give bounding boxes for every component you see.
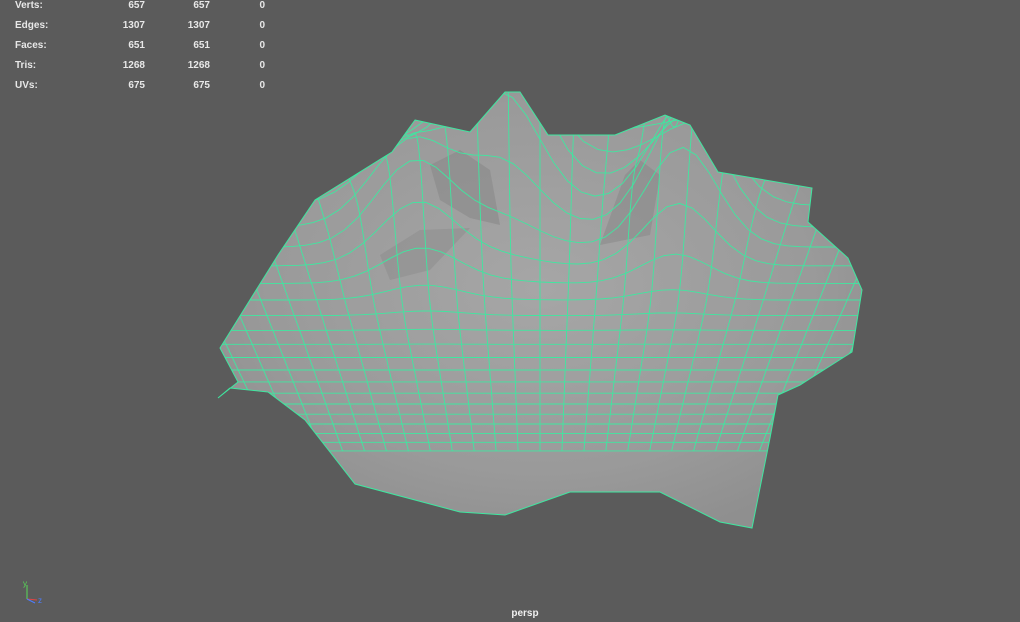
wire-edge xyxy=(780,92,862,452)
wire-edge xyxy=(802,92,862,452)
stat-value: 0 xyxy=(259,60,265,71)
stat-value: 651 xyxy=(128,40,145,51)
stat-row-tris: Tris: 1268 1268 0 xyxy=(15,60,265,80)
stat-row-edges: Edges: 1307 1307 0 xyxy=(15,20,265,40)
axis-gizmo-icon: y z xyxy=(23,579,42,605)
stat-value: 657 xyxy=(193,0,210,11)
axis-y-label: y xyxy=(23,579,27,588)
stat-value: 675 xyxy=(193,80,210,91)
stat-value: 1268 xyxy=(122,60,145,71)
stat-label: Verts: xyxy=(15,0,43,11)
stat-value: 0 xyxy=(259,40,265,51)
stat-value: 1307 xyxy=(122,20,145,31)
stat-value: 657 xyxy=(128,0,145,11)
viewport-panel[interactable]: Verts: 657 657 0 Edges: 1307 1307 0 Face… xyxy=(0,0,1020,622)
stat-value: 0 xyxy=(259,80,265,91)
stat-row-verts: Verts: 657 657 0 xyxy=(15,0,265,20)
stat-value: 1268 xyxy=(187,60,210,71)
stat-value: 675 xyxy=(128,80,145,91)
wire-edge xyxy=(824,92,862,452)
stat-value: 0 xyxy=(259,0,265,11)
camera-name-label: persp xyxy=(511,608,539,619)
stat-label: Edges: xyxy=(15,20,49,31)
stat-row-uvs: UVs: 675 675 0 xyxy=(15,80,265,100)
stat-value: 651 xyxy=(193,40,210,51)
poly-count-hud: Verts: 657 657 0 Edges: 1307 1307 0 Face… xyxy=(15,0,265,100)
stat-value: 1307 xyxy=(187,20,210,31)
stat-label: Faces: xyxy=(15,40,47,51)
axis-z-label: z xyxy=(38,596,42,605)
stat-label: UVs: xyxy=(15,80,38,91)
stat-value: 0 xyxy=(259,20,265,31)
stat-label: Tris: xyxy=(15,60,37,71)
stat-row-faces: Faces: 651 651 0 xyxy=(15,40,265,60)
